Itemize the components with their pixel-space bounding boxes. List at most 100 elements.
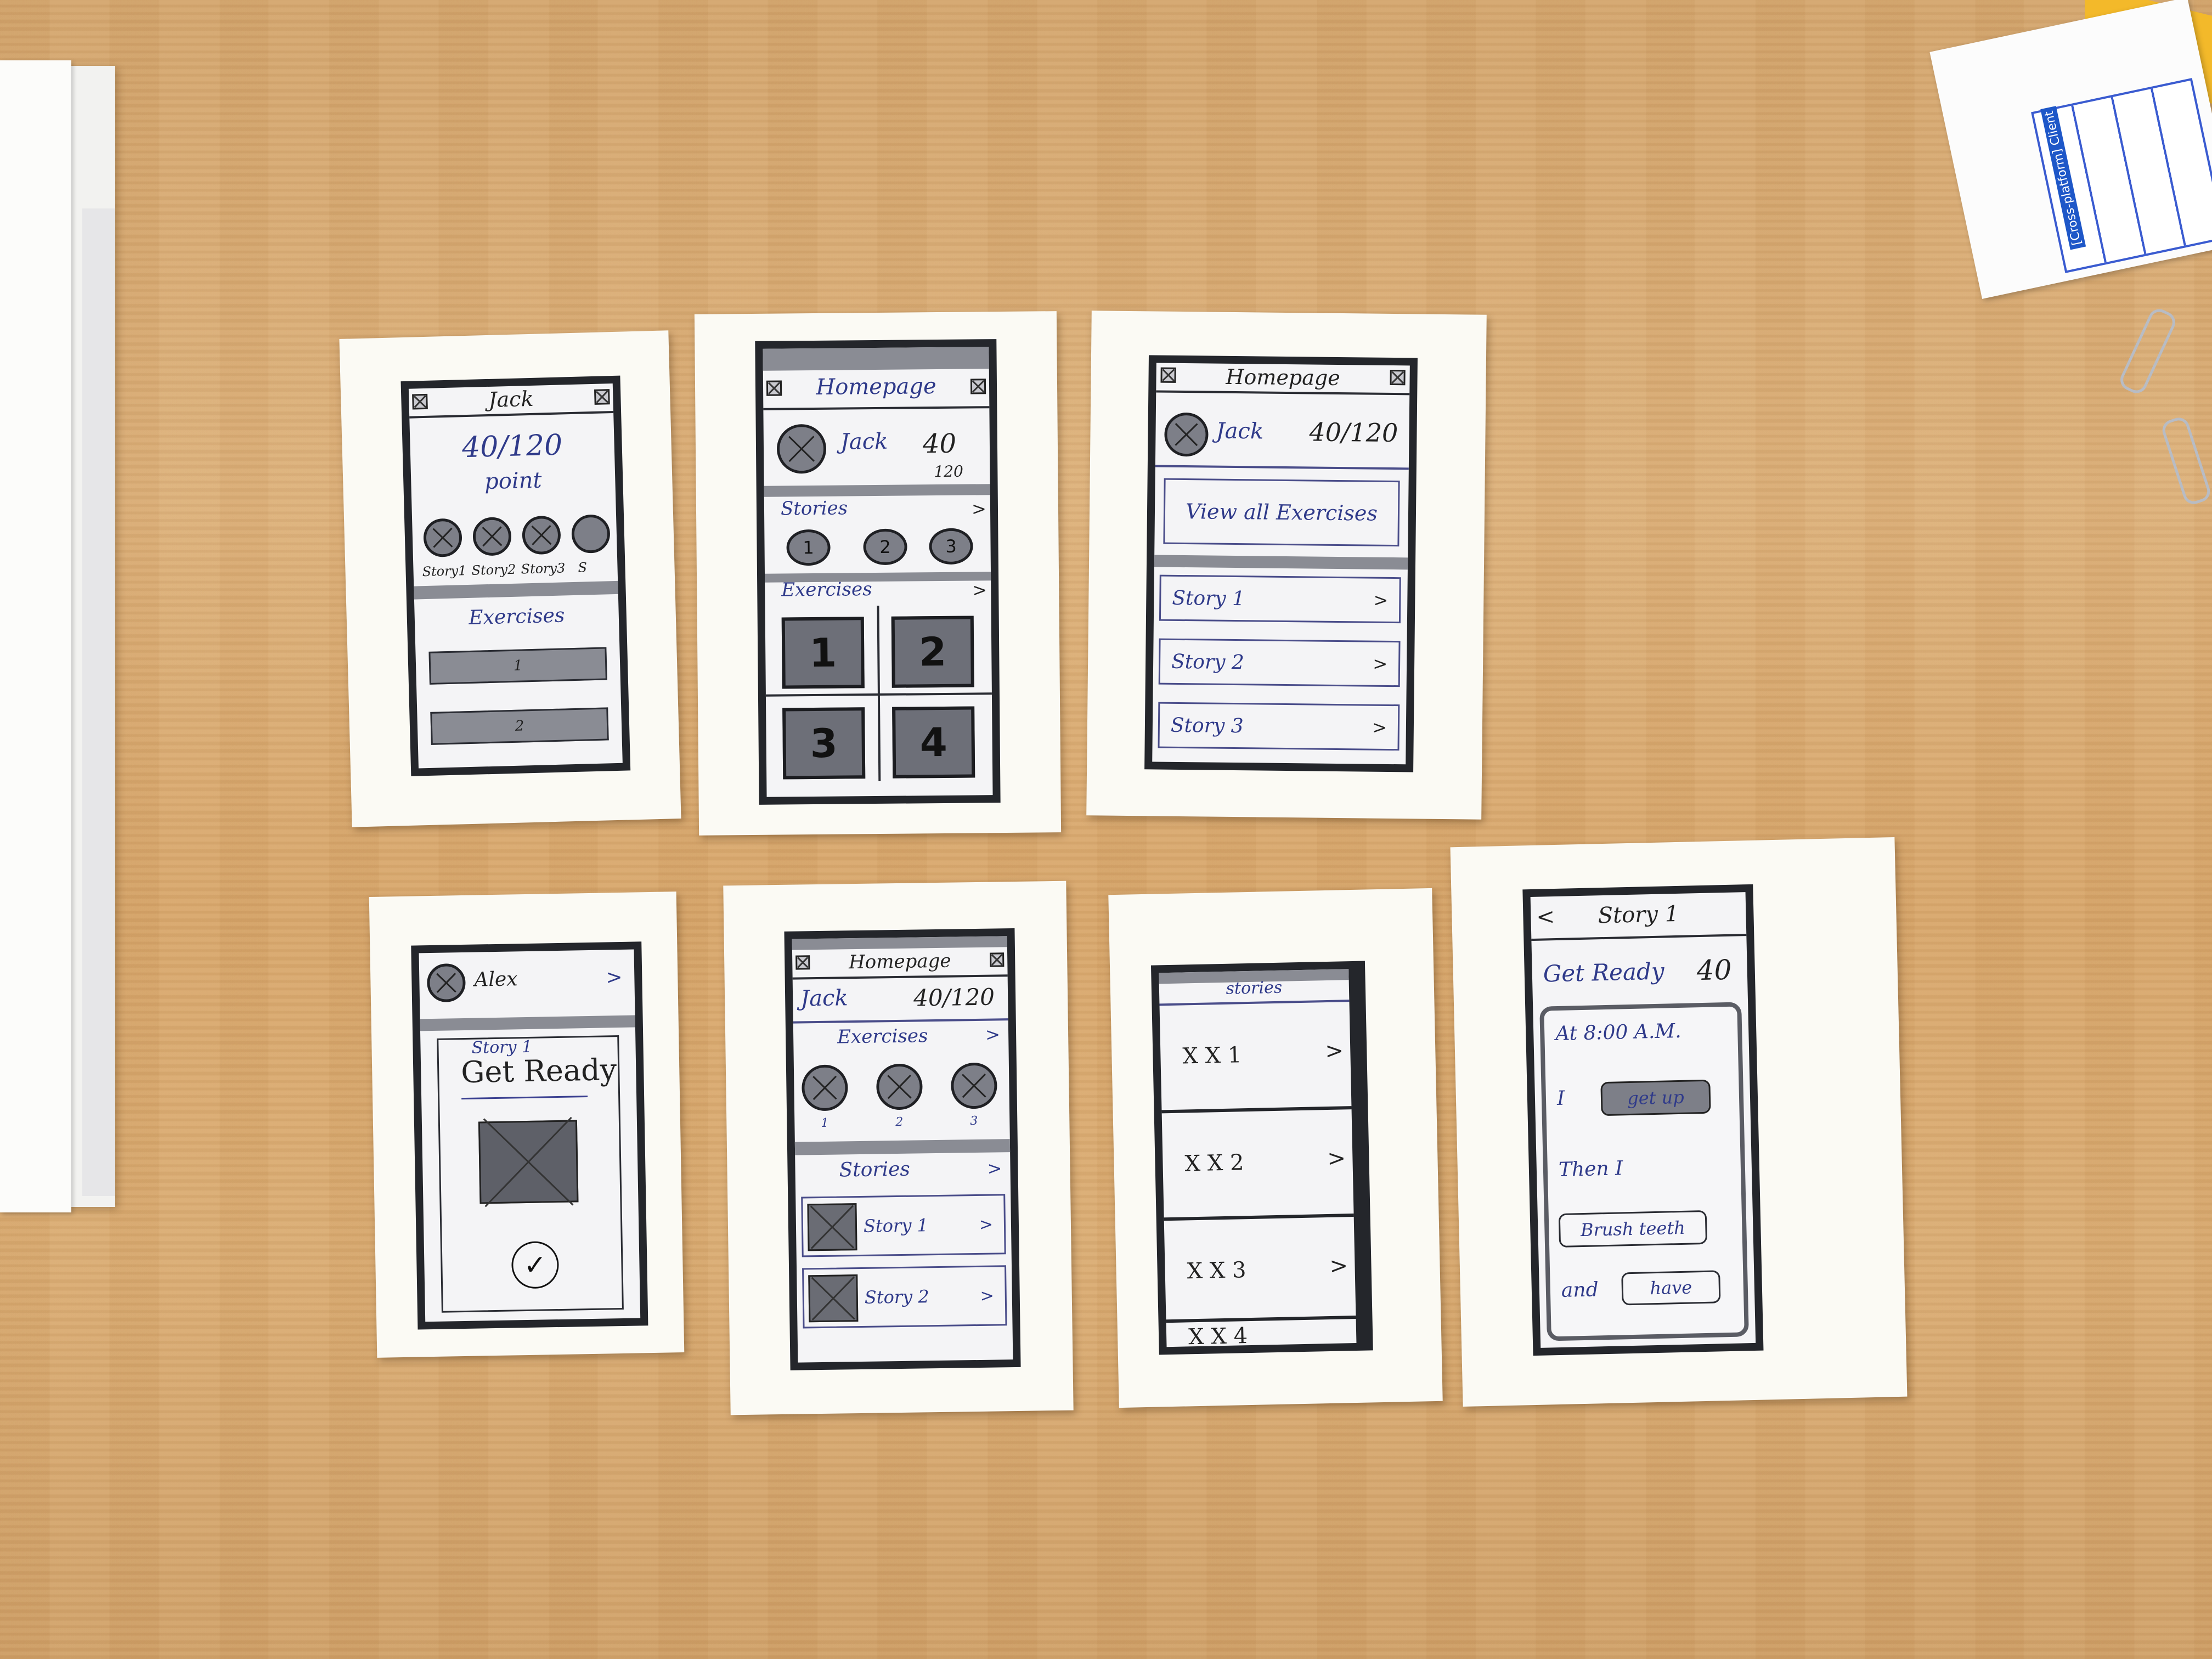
list-item-label: X X 2: [1184, 1150, 1244, 1177]
list-item-label: X X 4: [1188, 1323, 1248, 1345]
list-item-3[interactable]: X X 3 >: [1164, 1217, 1356, 1323]
story-circle-label: 1: [803, 537, 814, 558]
story-row-2[interactable]: Story 2 >: [1158, 638, 1401, 687]
chevron-right-icon: >: [1329, 1253, 1348, 1279]
paperclip-2: [2159, 415, 2212, 507]
check-circle-icon[interactable]: ✓: [511, 1241, 560, 1289]
status-bar: [792, 936, 1007, 950]
screen-title: stories: [1226, 978, 1283, 998]
score-unit: point: [484, 467, 543, 495]
section-heading: Exercises: [468, 604, 565, 629]
story-row-label: Story 1: [863, 1215, 929, 1237]
story-circle-1[interactable]: 1: [786, 529, 831, 566]
chevron-right-icon: >: [1327, 1146, 1346, 1172]
story-circle-2[interactable]: 2: [863, 528, 907, 566]
sketch-card-4: Alex > Story 1 Get Ready ✓: [369, 891, 685, 1358]
story-word-i: I: [1556, 1087, 1565, 1110]
screen-title: Homepage: [1226, 364, 1340, 391]
story-line-then: Then I: [1558, 1157, 1623, 1181]
exercise-circle-3[interactable]: [950, 1062, 998, 1109]
heading-underline: [461, 1096, 588, 1100]
score-text: 40/120: [1309, 417, 1398, 448]
chevron-right-icon: >: [980, 1286, 995, 1306]
chip-label: get up: [1627, 1086, 1685, 1109]
story-thumbnail: [807, 1203, 857, 1251]
sketch-card-2: Homepage Jack 40 120 Stories > 1 2 3 Exe…: [694, 311, 1062, 836]
chevron-right-icon[interactable]: >: [972, 498, 986, 519]
story-heading: Get Ready: [1543, 957, 1665, 988]
points-value: 40: [1696, 953, 1733, 987]
story-row-2[interactable]: Story 2 >: [802, 1265, 1007, 1329]
score-text: 40/120: [913, 983, 995, 1012]
story-avatar-2[interactable]: [472, 516, 512, 556]
story-row-3[interactable]: Story 3 >: [1158, 702, 1400, 751]
chevron-right-icon[interactable]: >: [985, 1024, 1000, 1045]
story-circle-label: 3: [945, 535, 957, 557]
user-name: Jack: [800, 985, 849, 1012]
phone-frame-6: stories X X 1 > X X 2 > X X 3 > X X 4: [1150, 961, 1373, 1355]
chevron-right-icon: >: [979, 1215, 994, 1234]
divider: [1155, 465, 1409, 470]
choice-chip-have[interactable]: have: [1621, 1270, 1721, 1306]
list-item-4[interactable]: X X 4: [1166, 1319, 1357, 1345]
exercise-bar-label: 1: [513, 657, 523, 674]
section-divider: [764, 484, 990, 497]
exercise-circle-1[interactable]: [801, 1064, 849, 1111]
divider: [1531, 934, 1747, 941]
screen-title: Homepage: [848, 950, 951, 974]
paper-stack-left-edge: [82, 208, 115, 1196]
chip-label: Brush teeth: [1580, 1217, 1686, 1241]
chevron-right-icon: >: [1373, 589, 1389, 611]
story-row-label: Story 2: [1171, 650, 1245, 674]
chevron-right-icon: >: [1373, 653, 1388, 674]
divider: [792, 974, 1008, 980]
exercise-circle-2[interactable]: [876, 1063, 923, 1110]
exercise-tile-1[interactable]: 1: [781, 617, 865, 689]
choice-chip-get-up[interactable]: get up: [1600, 1079, 1711, 1116]
status-bar: [763, 347, 989, 371]
avatar[interactable]: [426, 963, 466, 1003]
story-circle-3[interactable]: 3: [929, 528, 973, 565]
stories-label: Stories: [780, 497, 848, 520]
story-row-label: Story 2: [864, 1286, 930, 1308]
phone-frame-4: Alex > Story 1 Get Ready ✓: [411, 941, 648, 1330]
story-label-2: Story2: [471, 561, 516, 578]
story-label-4: S: [578, 560, 588, 575]
avatar[interactable]: [776, 424, 827, 474]
story-row-1[interactable]: Story 1 >: [1159, 574, 1401, 624]
user-name: Jack: [840, 428, 888, 455]
chevron-right-icon[interactable]: >: [606, 966, 623, 989]
divider: [793, 1018, 1008, 1024]
divider: [1156, 390, 1410, 396]
chevron-right-icon[interactable]: >: [972, 579, 987, 600]
divider: [763, 406, 990, 410]
image-placeholder: [478, 1120, 579, 1204]
story-line-1: At 8:00 A.M.: [1555, 1019, 1682, 1046]
exercise-tile-3[interactable]: 3: [782, 707, 866, 780]
phone-frame-7: < Story 1 Get Ready 40 At 8:00 A.M. I ge…: [1522, 884, 1764, 1356]
avatar[interactable]: [1164, 412, 1209, 457]
exercise-bar-1[interactable]: 1: [428, 647, 607, 685]
exercises-label: Exercises: [837, 1025, 928, 1048]
chevron-right-icon[interactable]: >: [987, 1158, 1002, 1178]
story-row-1[interactable]: Story 1 >: [801, 1194, 1006, 1257]
view-all-exercises-button[interactable]: View all Exercises: [1163, 478, 1400, 547]
story-row-label: Story 1: [1172, 586, 1245, 610]
sketch-card-3: Homepage Jack 40/120 View all Exercises …: [1086, 311, 1487, 820]
choice-chip-brush-teeth[interactable]: Brush teeth: [1558, 1210, 1708, 1248]
story-label-1: Story1: [422, 563, 467, 580]
story-card[interactable]: Story 1 Get Ready ✓: [437, 1035, 624, 1313]
story-avatar-3[interactable]: [522, 515, 561, 555]
exercise-bar-2[interactable]: 2: [430, 707, 609, 745]
story-avatar-1[interactable]: [423, 518, 462, 558]
list-item-2[interactable]: X X 2 >: [1161, 1109, 1354, 1221]
exercise-tile-2[interactable]: 2: [891, 616, 974, 688]
exercise-tile-4[interactable]: 4: [892, 706, 975, 778]
story-heading: Get Ready: [460, 1052, 617, 1090]
check-mark: ✓: [523, 1249, 547, 1282]
exercises-label: Exercises: [781, 578, 872, 601]
list-item-1[interactable]: X X 1 >: [1159, 1002, 1352, 1114]
section-divider: [794, 1139, 1011, 1155]
paperclip-1: [2117, 305, 2179, 397]
story-avatar-4[interactable]: [571, 514, 611, 554]
